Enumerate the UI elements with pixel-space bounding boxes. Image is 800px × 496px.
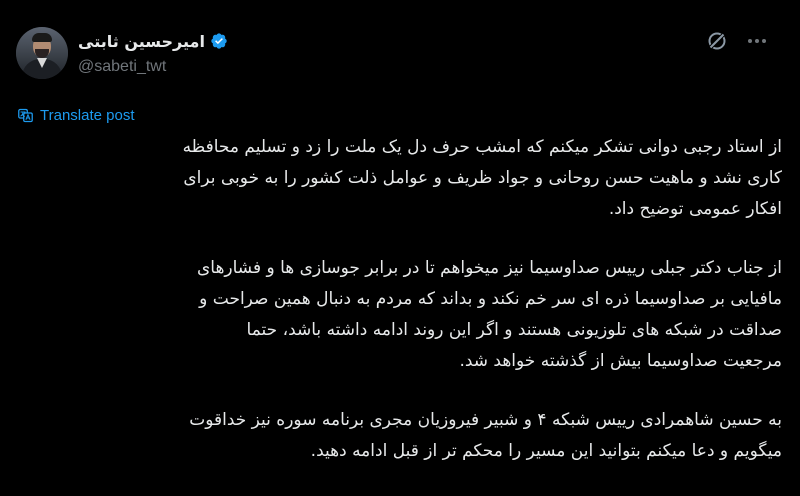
grok-icon[interactable]	[705, 29, 729, 53]
translate-post-label: Translate post	[40, 106, 135, 124]
post-line: مافیایی بر صداوسیما ذره ای سر خم نکند و …	[199, 289, 782, 309]
more-dot	[762, 39, 766, 43]
author-name-row[interactable]: امیرحسین ثابتی	[78, 30, 228, 52]
verified-badge-icon	[211, 33, 227, 49]
translate-post-link[interactable]: Translate post	[17, 104, 135, 126]
post-line: صداقت در شبکه های تلوزیونی هستند و اگر ا…	[246, 320, 782, 340]
post-line: از جناب دکتر جبلی رییس صداوسیما نیز میخو…	[196, 258, 782, 278]
post-line: کاری نشد و ماهیت حسن روحانی و جواد ظریف …	[183, 168, 782, 188]
more-dot	[755, 39, 759, 43]
more-options-button[interactable]	[745, 29, 769, 53]
post-text: از استاد رجبی دوانی تشکر میکنم که امشب ح…	[12, 132, 782, 495]
post-line: افکار عمومی توضیح داد.	[608, 199, 782, 219]
more-dot	[748, 39, 752, 43]
post-paragraph: به حسین شاهمرادی رییس شبکه ۴ و شبیر فیرو…	[12, 405, 782, 467]
translate-icon	[18, 108, 33, 122]
post-line: میگویم و دعا میکنم بتوانید این مسیر را م…	[310, 441, 782, 461]
post-header: امیرحسین ثابتی @sabeti_twt	[0, 0, 800, 90]
post-paragraph: از استاد رجبی دوانی تشکر میکنم که امشب ح…	[12, 132, 782, 225]
post-line: به حسین شاهمرادی رییس شبکه ۴ و شبیر فیرو…	[189, 410, 782, 430]
post-line: از استاد رجبی دوانی تشکر میکنم که امشب ح…	[182, 137, 782, 157]
avatar[interactable]	[16, 27, 68, 79]
author-display-name[interactable]: امیرحسین ثابتی	[78, 32, 205, 51]
post-line: مرجعیت صداوسیما بیش از گذشته خواهد شد.	[459, 351, 782, 371]
author-handle[interactable]: @sabeti_twt	[78, 58, 166, 76]
post-paragraph: از جناب دکتر جبلی رییس صداوسیما نیز میخو…	[12, 253, 782, 377]
